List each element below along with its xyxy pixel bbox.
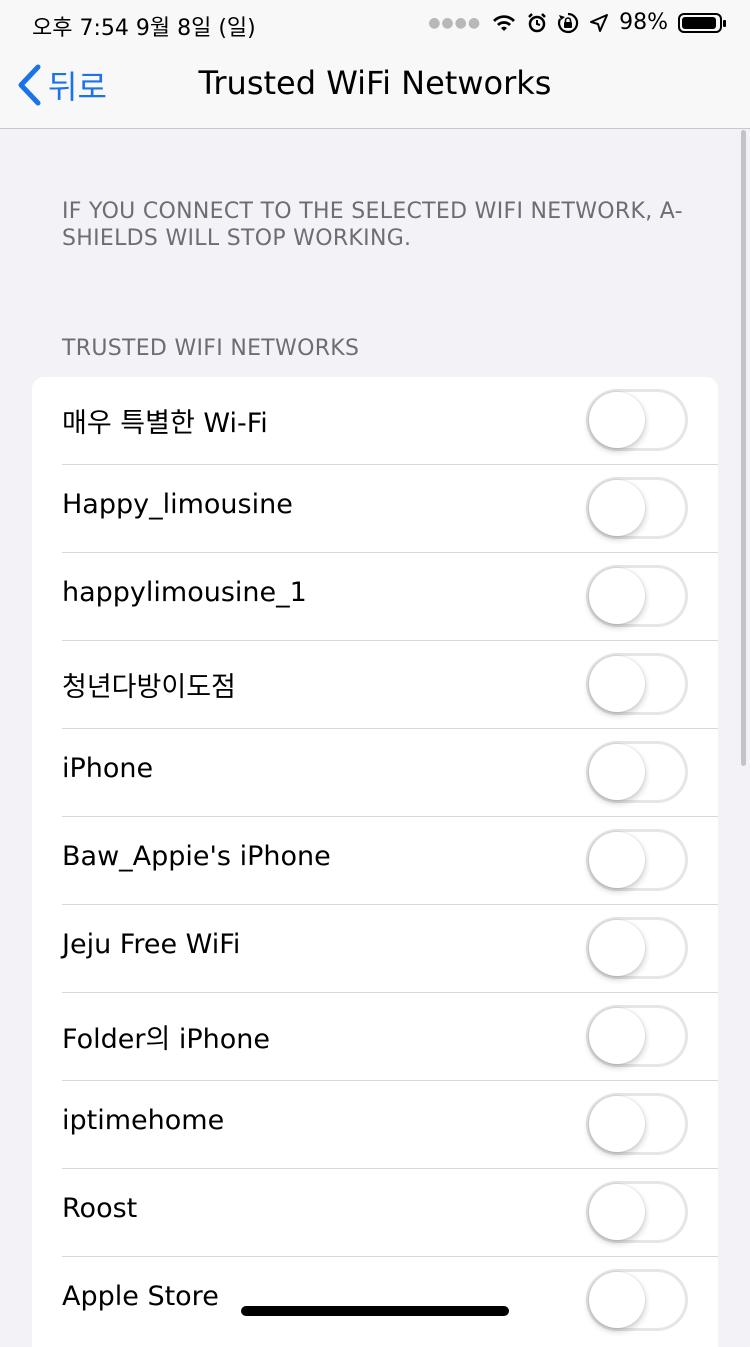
navigation-bar: 뒤로 Trusted WiFi Networks [0,48,750,129]
network-row: Roost [32,1169,718,1257]
trust-toggle[interactable] [586,1181,688,1243]
trust-toggle[interactable] [586,917,688,979]
status-bar: 오후 7:54 9월 8일 (일) ●●●● 98% [0,0,750,48]
network-name: happylimousine_1 [62,577,307,608]
toggle-knob [589,1096,645,1152]
section-header: TRUSTED WIFI NETWORKS [62,336,360,361]
wifi-icon [493,14,516,31]
status-time-date: 오후 7:54 9월 8일 (일) [32,16,256,41]
trust-toggle[interactable] [586,389,688,451]
network-name: iPhone [62,753,154,784]
alarm-icon [528,12,546,32]
toggle-knob [589,832,645,888]
signal-dots-icon: ●●●● [428,14,482,31]
location-icon [590,13,609,32]
trust-toggle[interactable] [586,1005,688,1067]
network-name: Folder의 iPhone [62,1024,270,1055]
network-row: Folder의 iPhone [32,993,718,1081]
network-row: Jeju Free WiFi [32,905,718,993]
toggle-knob [589,744,645,800]
home-indicator[interactable] [241,1306,509,1316]
network-row: iptimehome [32,1081,718,1169]
section-footer-description: IF YOU CONNECT TO THE SELECTED WIFI NETW… [62,199,683,251]
trust-toggle[interactable] [586,565,688,627]
trust-toggle[interactable] [586,477,688,539]
network-name: Apple Store [62,1281,219,1312]
trust-toggle[interactable] [586,1093,688,1155]
trust-toggle[interactable] [586,653,688,715]
trust-toggle[interactable] [586,829,688,891]
toggle-knob [589,1184,645,1240]
battery-icon [678,12,726,33]
rotation-lock-icon [558,12,579,33]
network-name: Roost [62,1193,138,1224]
scrollbar[interactable] [741,130,746,766]
status-icons: ●●●● 98% [428,10,726,35]
network-name: iptimehome [62,1105,225,1136]
network-name: Jeju Free WiFi [62,929,241,960]
network-name: Happy_limousine [62,489,293,520]
network-name: Baw_Appie's iPhone [62,841,331,872]
network-row: iPhone [32,729,718,817]
trust-toggle[interactable] [586,741,688,803]
network-row: 청년다방이도점 [32,641,718,729]
network-row: Baw_Appie's iPhone [32,817,718,905]
toggle-knob [589,568,645,624]
network-row: 매우 특별한 Wi-Fi [32,377,718,465]
trust-toggle[interactable] [586,1269,688,1331]
page-title: Trusted WiFi Networks [198,64,552,102]
toggle-knob [589,1008,645,1064]
toggle-knob [589,920,645,976]
toggle-knob [589,392,645,448]
network-row: Apple Store [32,1257,718,1345]
network-row: Happy_limousine [32,465,718,553]
network-row: happylimousine_1 [32,553,718,641]
network-name: 매우 특별한 Wi-Fi [62,408,268,439]
toggle-knob [589,480,645,536]
network-list: 매우 특별한 Wi-Fi Happy_limousine happylimousin… [32,377,718,1347]
toggle-knob [589,656,645,712]
toggle-knob [589,1272,645,1328]
battery-percent: 98% [619,10,668,35]
network-name: 청년다방이도점 [62,672,236,703]
